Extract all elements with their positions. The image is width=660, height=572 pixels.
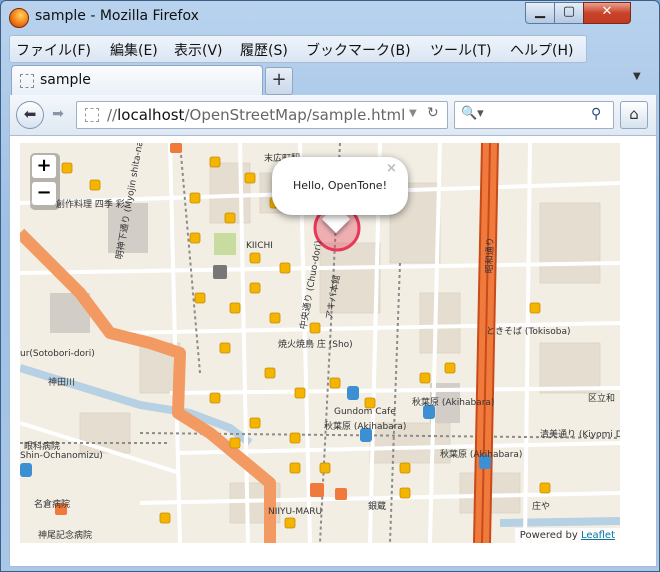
map-label: ur(Sotobori-dori) — [20, 349, 95, 359]
page-icon — [20, 74, 34, 88]
map-label: 秋葉原 (Akihabara) — [412, 398, 495, 408]
map-label: KIICHI — [246, 241, 273, 251]
menu-tools[interactable]: ツール(T) — [430, 40, 491, 60]
menu-edit[interactable]: 編集(E) — [110, 40, 158, 60]
firefox-logo-icon — [9, 8, 29, 28]
zoom-in-button[interactable]: + — [32, 155, 56, 178]
map-view[interactable]: 末広町駅 創作料理 四季 彩 KIICHI 明神下通り (Myojin shit… — [20, 143, 620, 543]
menu-bookmarks[interactable]: ブックマーク(B) — [306, 40, 411, 60]
window-title: sample - Mozilla Firefox — [35, 8, 199, 24]
page-content: 末広町駅 創作料理 四季 彩 KIICHI 明神下通り (Myojin shit… — [9, 135, 657, 567]
tab-label: sample — [40, 72, 91, 88]
menu-view[interactable]: 表示(V) — [174, 40, 223, 60]
close-icon: ✕ — [601, 4, 613, 19]
back-forward-group: ⬅ ➡ — [16, 101, 74, 129]
tab-sample[interactable]: sample — [11, 65, 263, 96]
popup-close-button[interactable]: × — [386, 161, 397, 176]
forward-button[interactable]: ➡ — [46, 105, 70, 123]
search-go-icon[interactable]: ⚲ — [591, 106, 601, 122]
maximize-button[interactable]: ▢ — [554, 2, 584, 24]
home-icon: ⌂ — [629, 105, 639, 123]
forward-arrow-icon: ➡ — [52, 106, 64, 122]
map-popup: × Hello, OpenTone! — [272, 157, 408, 215]
popup-text: Hello, OpenTone! — [293, 179, 387, 192]
minimize-button[interactable]: ▁ — [525, 2, 555, 24]
search-engine-icon[interactable]: 🔍▾ — [461, 106, 484, 121]
menu-help[interactable]: ヘルプ(H) — [510, 40, 573, 60]
map-label: 神尾記念病院 — [38, 531, 93, 541]
navigation-toolbar: ⬅ ➡ //localhost/OpenStreetMap/sample.htm… — [9, 95, 657, 136]
attribution-prefix: Powered by — [519, 530, 581, 541]
menu-history[interactable]: 履歴(S) — [240, 40, 288, 60]
map-label: 銀蔵 — [368, 502, 387, 512]
attribution: Powered by Leaflet — [514, 528, 620, 543]
zoom-control: + − — [30, 153, 60, 210]
home-button[interactable]: ⌂ — [620, 101, 648, 129]
map-label: 秋葉原 (Akihabara) — [324, 422, 407, 432]
tab-list-dropdown-icon[interactable]: ▼ — [633, 71, 641, 82]
url-bar[interactable]: //localhost/OpenStreetMap/sample.html ▼ … — [76, 101, 448, 129]
title-bar[interactable]: sample - Mozilla Firefox ▁ ▢ ✕ — [1, 1, 659, 33]
map-label: 庄や — [532, 502, 551, 512]
leaflet-link[interactable]: Leaflet — [581, 530, 615, 541]
map-label: 区立和 — [588, 394, 616, 404]
map-label: NIIYU-MARU — [268, 507, 323, 517]
back-button[interactable]: ⬅ — [16, 101, 44, 129]
menu-bar: ファイル(F) 編集(E) 表示(V) 履歴(S) ブックマーク(B) ツール(… — [9, 35, 587, 63]
map-label: 昭和通り — [484, 237, 497, 274]
site-identity-icon[interactable] — [85, 108, 99, 122]
minimize-icon: ▁ — [535, 4, 545, 19]
back-arrow-icon: ⬅ — [23, 105, 37, 123]
map-label: 秋葉原 (Akihabara) — [440, 450, 523, 460]
map-label: 神田川 — [48, 378, 76, 388]
reload-icon[interactable]: ↻ — [427, 105, 439, 121]
new-tab-button[interactable]: + — [265, 67, 293, 95]
url-text[interactable]: //localhost/OpenStreetMap/sample.html — [107, 106, 405, 124]
tab-strip: sample + ▼ — [9, 63, 655, 96]
close-window-button[interactable]: ✕ — [583, 2, 631, 24]
url-path: /OpenStreetMap/sample.html — [184, 106, 406, 124]
map-label: 焼火焼鳥 庄 (Sho) — [278, 340, 353, 350]
map-label: Shin-Ochanomizu) — [20, 451, 103, 461]
map-label: 創作料理 四季 彩 — [56, 200, 125, 210]
map-label: ときそば (Tokisoba) — [486, 327, 571, 337]
browser-window: sample - Mozilla Firefox ▁ ▢ ✕ ファイル(F) 編… — [0, 0, 660, 572]
search-bar[interactable]: 🔍▾ ⚲ — [454, 101, 614, 129]
map-label: Gundom Cafe — [334, 407, 396, 417]
map-label: 清美通り (Kiyomi Dori) — [540, 430, 620, 440]
zoom-out-button[interactable]: − — [32, 182, 56, 205]
url-host: localhost — [117, 106, 185, 124]
menu-file[interactable]: ファイル(F) — [16, 40, 91, 60]
url-prefix: // — [107, 106, 118, 124]
maximize-icon: ▢ — [562, 4, 576, 19]
map-label: 名倉病院 — [34, 500, 71, 510]
url-history-dropdown-icon[interactable]: ▼ — [409, 108, 417, 119]
